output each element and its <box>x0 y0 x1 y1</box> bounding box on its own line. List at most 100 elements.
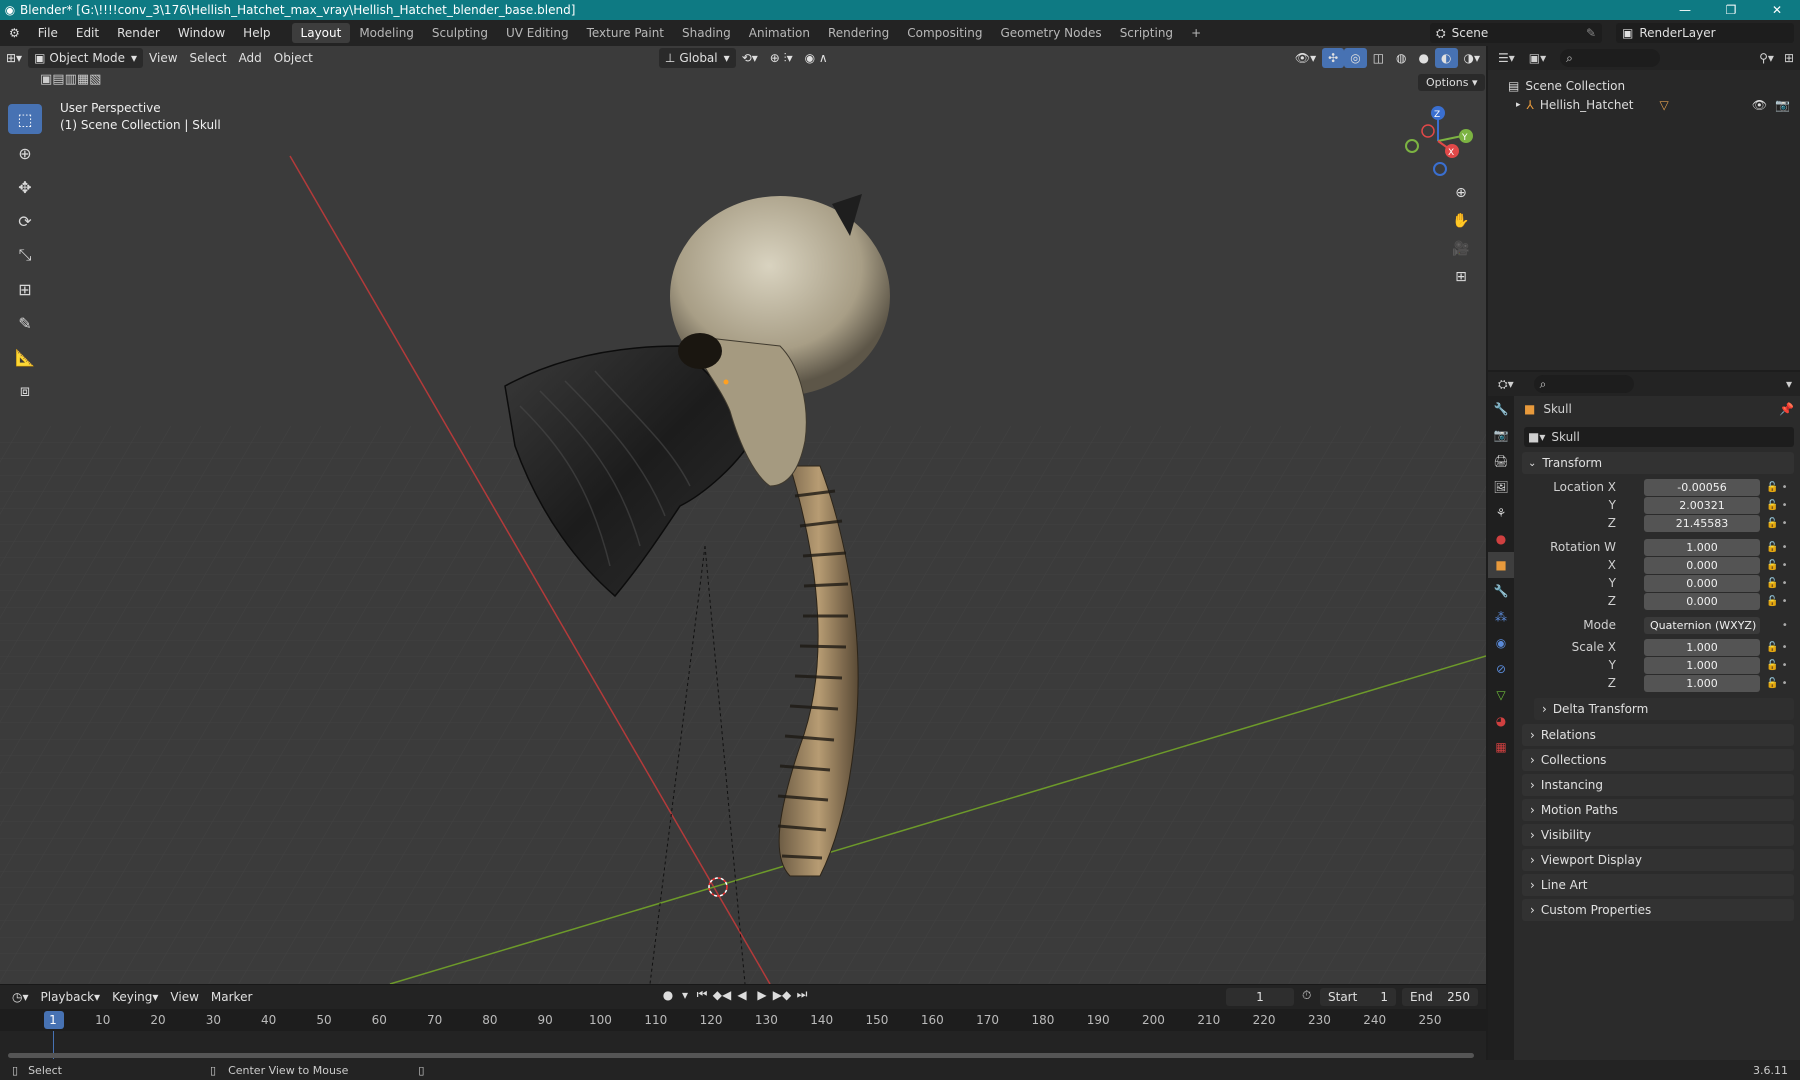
material-tab-icon[interactable]: ◕ <box>1488 708 1514 734</box>
tab-modeling[interactable]: Modeling <box>350 23 423 43</box>
options-dropdown[interactable]: Options ▾ <box>1418 74 1486 91</box>
timeline-ruler[interactable]: 1 10 20 30 40 50 60 70 80 90 100 110 120 130 140 150 160… <box>0 1009 1486 1031</box>
object-tab-icon[interactable]: ■ <box>1488 552 1514 578</box>
gizmo-toggle-icon[interactable]: ✣ <box>1322 48 1345 68</box>
rotation-y-field[interactable]: 0.000 <box>1644 574 1760 592</box>
3d-viewport[interactable]: Z Y X ⊞▾ ▣ Object Mode ▾ View Select Add… <box>0 46 1486 984</box>
view-layer-selector[interactable]: ▣ RenderLayer <box>1616 23 1794 43</box>
outliner-search-input[interactable]: ⌕ <box>1560 49 1661 67</box>
tab-scripting[interactable]: Scripting <box>1111 23 1182 43</box>
menu-object[interactable]: Object <box>268 48 319 68</box>
display-mode-icon[interactable]: ▣▾ <box>1529 51 1546 65</box>
snap-icon[interactable]: ⊕ ⫶▾ <box>764 48 799 68</box>
blender-menu-icon[interactable]: ⚙ <box>0 26 29 40</box>
properties-editor-type-icon[interactable]: ⛭▾ <box>1498 377 1514 392</box>
lock-icon[interactable]: 🔓 • <box>1766 542 1788 553</box>
rendered-shading-icon[interactable]: ◑▾ <box>1458 48 1487 68</box>
viewport-display-panel[interactable]: › Viewport Display <box>1522 849 1794 871</box>
object-name-field[interactable]: ■▾ Skull <box>1524 427 1794 447</box>
outliner-row-scene-collection[interactable]: ▤ Scene Collection <box>1488 76 1800 95</box>
transform-panel-header[interactable]: ⌄ Transform <box>1522 452 1794 474</box>
scale-z-field[interactable]: 1.000 <box>1644 674 1760 692</box>
new-collection-icon[interactable]: ⊞ <box>1784 51 1794 65</box>
camera-view-icon[interactable]: 🎥 <box>1448 236 1474 262</box>
rotation-w-field[interactable]: 1.000 <box>1644 538 1760 556</box>
menu-keying[interactable]: Keying ▾ <box>106 987 164 1007</box>
rotation-z-field[interactable]: 0.000 <box>1644 592 1760 610</box>
menu-render[interactable]: Render <box>108 26 169 40</box>
menu-select[interactable]: Select <box>184 48 233 68</box>
menu-view[interactable]: View <box>143 48 183 68</box>
tab-uv-editing[interactable]: UV Editing <box>497 23 578 43</box>
eye-icon[interactable]: 👁 <box>1752 98 1767 112</box>
transform-tool-icon[interactable]: ⊞ <box>8 274 42 304</box>
stopwatch-icon[interactable]: ⏱ <box>1302 988 1311 1003</box>
scale-x-field[interactable]: 1.000 <box>1644 638 1760 656</box>
lock-icon[interactable]: 🔓 • <box>1766 518 1788 529</box>
keyframe-dot-icon[interactable]: • <box>1766 620 1788 631</box>
select-box-tool-icon[interactable]: ⬚ <box>8 104 42 134</box>
menu-file[interactable]: File <box>29 26 67 40</box>
move-tool-icon[interactable]: ✥ <box>8 172 42 202</box>
output-tab-icon[interactable]: 🖨 <box>1488 448 1514 474</box>
start-frame-field[interactable]: Start 1 <box>1320 988 1396 1006</box>
record-icon[interactable]: ● <box>658 988 678 1002</box>
rotation-x-field[interactable]: 0.000 <box>1644 556 1760 574</box>
lock-icon[interactable]: 🔓 • <box>1766 596 1788 607</box>
xray-icon[interactable]: ◫ <box>1367 48 1390 68</box>
tool-tab-icon[interactable]: 🔧 <box>1488 396 1514 422</box>
rotation-mode-dropdown[interactable]: Quaternion (WXYZ) ▾ <box>1644 616 1760 649</box>
orientation-selector[interactable]: ⊥ Global ▾ <box>658 48 736 68</box>
camera-icon[interactable]: 📷 <box>1775 98 1790 112</box>
tab-shading[interactable]: Shading <box>673 23 740 43</box>
ortho-grid-icon[interactable]: ⊞ <box>1448 264 1474 290</box>
outliner-row-hellish-hatchet[interactable]: ▸ ⅄ Hellish_Hatchet ▽ 👁 📷 <box>1488 95 1800 114</box>
add-workspace-button[interactable]: + <box>1182 23 1210 43</box>
texture-tab-icon[interactable]: ▦ <box>1488 734 1514 760</box>
visibility-panel[interactable]: › Visibility <box>1522 824 1794 846</box>
measure-tool-icon[interactable]: 📐 <box>8 342 42 372</box>
lock-icon[interactable]: 🔓 • <box>1766 660 1788 671</box>
timeline-editor-type-icon[interactable]: ◷▾ <box>6 987 35 1007</box>
visibility-icon[interactable]: 👁▾ <box>1289 48 1322 68</box>
menu-help[interactable]: Help <box>234 26 279 40</box>
tab-compositing[interactable]: Compositing <box>898 23 991 43</box>
lock-icon[interactable]: 🔓 • <box>1766 678 1788 689</box>
view-layer-tab-icon[interactable]: 🖼 <box>1488 474 1514 500</box>
scale-tool-icon[interactable]: ⤡ <box>8 240 42 270</box>
proportional-edit-icon[interactable]: ◉ ∧ <box>799 48 834 68</box>
menu-timeline-view[interactable]: View <box>164 987 204 1007</box>
scale-y-field[interactable]: 1.000 <box>1644 656 1760 674</box>
filter-icon[interactable]: ⚲▾ <box>1759 51 1774 65</box>
tab-rendering[interactable]: Rendering <box>819 23 898 43</box>
world-tab-icon[interactable]: ● <box>1488 526 1514 552</box>
minimize-button[interactable]: — <box>1662 3 1708 17</box>
menu-add[interactable]: Add <box>233 48 268 68</box>
annotate-tool-icon[interactable]: ✎ <box>8 308 42 338</box>
pin-icon[interactable]: 📌 <box>1779 402 1794 416</box>
lock-icon[interactable]: 🔓 • <box>1766 578 1788 589</box>
material-shading-icon[interactable]: ◐ <box>1435 48 1458 68</box>
viewport-canvas[interactable]: Z Y X <box>0 46 1486 984</box>
menu-marker[interactable]: Marker <box>205 987 258 1007</box>
add-cube-tool-icon[interactable]: ⧈ <box>8 376 42 406</box>
close-button[interactable]: ✕ <box>1754 3 1800 17</box>
play-icon[interactable]: ▶ <box>752 988 772 1002</box>
cursor-tool-icon[interactable]: ⊕ <box>8 138 42 168</box>
maximize-button[interactable]: ❐ <box>1708 3 1754 17</box>
wireframe-shading-icon[interactable]: ◍ <box>1390 48 1412 68</box>
tab-texture-paint[interactable]: Texture Paint <box>578 23 673 43</box>
line-art-panel[interactable]: › Line Art <box>1522 874 1794 896</box>
expand-arrow-icon[interactable]: ▸ <box>1516 100 1521 110</box>
tab-layout[interactable]: Layout <box>291 23 351 43</box>
delta-transform-panel[interactable]: › Delta Transform <box>1534 698 1794 720</box>
menu-playback[interactable]: Playback ▾ <box>35 987 107 1007</box>
next-keyframe-icon[interactable]: ▶◆ <box>772 988 792 1002</box>
modifier-tab-icon[interactable]: 🔧 <box>1488 578 1514 604</box>
solid-shading-icon[interactable]: ● <box>1413 48 1435 68</box>
jump-start-icon[interactable]: ⏮ <box>692 987 712 1002</box>
mode-selector[interactable]: ▣ Object Mode ▾ <box>28 48 144 68</box>
end-frame-field[interactable]: End 250 <box>1402 988 1478 1006</box>
tab-sculpting[interactable]: Sculpting <box>423 23 497 43</box>
pivot-icon[interactable]: ⟲▾ <box>736 48 764 68</box>
